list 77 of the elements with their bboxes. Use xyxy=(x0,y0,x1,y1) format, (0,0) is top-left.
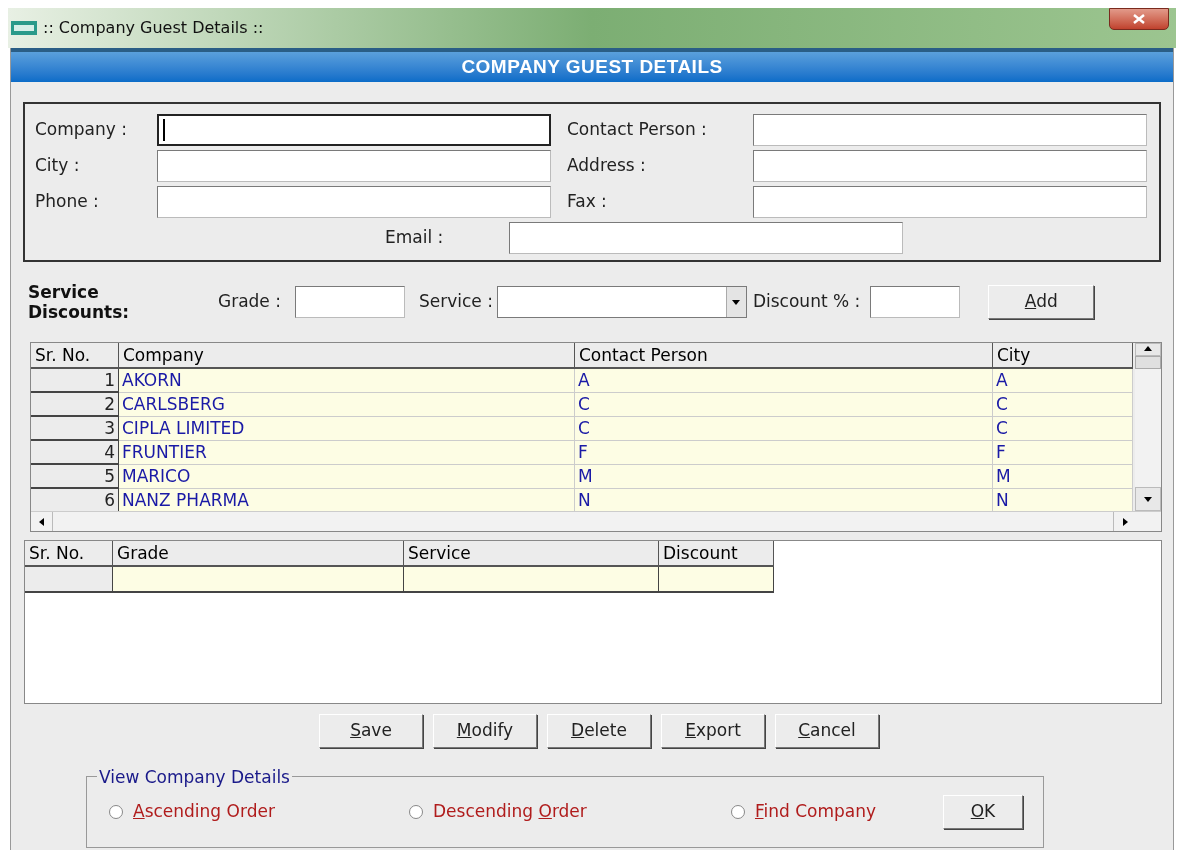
form-button[interactable]: Cancel xyxy=(775,714,879,748)
field-label: Email : xyxy=(385,226,445,250)
header-title: COMPANY GUEST DETAILS xyxy=(461,54,723,79)
text-field[interactable] xyxy=(753,186,1147,218)
field-label: Discount % : xyxy=(752,290,861,314)
form-button[interactable]: Modify xyxy=(433,714,537,748)
column-header[interactable]: Sr. No. xyxy=(31,343,119,369)
form-button[interactable]: Delete xyxy=(547,714,651,748)
scroll-down-button[interactable] xyxy=(1135,487,1161,511)
table-cell: NANZ PHARMA xyxy=(119,489,575,511)
dropdown-arrow-button[interactable] xyxy=(725,287,746,317)
text-field[interactable] xyxy=(753,114,1147,146)
table-cell: A xyxy=(993,369,1133,393)
text-field[interactable] xyxy=(157,150,551,182)
field-label: Grade : xyxy=(218,290,281,314)
field-label: Fax : xyxy=(567,190,608,214)
table-cell: N xyxy=(993,489,1133,511)
row-number: 5 xyxy=(31,465,119,489)
text-field[interactable] xyxy=(157,114,551,146)
radio-button[interactable] xyxy=(109,805,123,819)
row-number: 2 xyxy=(31,393,119,417)
row-number: 1 xyxy=(31,369,119,393)
column-header[interactable]: Discount xyxy=(659,541,774,567)
text-field[interactable] xyxy=(753,150,1147,182)
table-cell: F xyxy=(993,441,1133,465)
form-button[interactable]: Add xyxy=(988,285,1095,319)
radio-button[interactable] xyxy=(731,805,745,819)
field-label: Company : xyxy=(35,118,128,142)
table-cell: N xyxy=(575,489,993,511)
column-header[interactable]: City xyxy=(993,343,1133,369)
column-header[interactable]: Company xyxy=(119,343,575,369)
radio-label[interactable]: Find Company xyxy=(755,799,877,825)
field-label: City : xyxy=(35,154,81,178)
table-cell: C xyxy=(993,417,1133,441)
column-header[interactable]: Service xyxy=(404,541,659,567)
table-cell: CARLSBERG xyxy=(119,393,575,417)
field-label: Contact Person : xyxy=(567,118,708,142)
field-label: Address : xyxy=(567,154,647,178)
table-cell: C xyxy=(993,393,1133,417)
table-cell: MARICO xyxy=(119,465,575,489)
radio-label[interactable]: Descending Order xyxy=(433,799,587,825)
radio-label[interactable]: Ascending Order xyxy=(133,799,275,825)
text-field[interactable] xyxy=(870,286,961,318)
form-button[interactable]: Save xyxy=(319,714,423,748)
column-header[interactable]: Grade xyxy=(113,541,404,567)
app-icon xyxy=(11,21,37,35)
row-number: 4 xyxy=(31,441,119,465)
table-cell: FRUNTIER xyxy=(119,441,575,465)
table-cell: M xyxy=(993,465,1133,489)
table-cell: M xyxy=(575,465,993,489)
table-cell: C xyxy=(575,393,993,417)
text-field[interactable] xyxy=(157,186,551,218)
column-header[interactable]: Sr. No. xyxy=(25,541,113,567)
down-arrow-icon xyxy=(1143,494,1153,504)
text-field[interactable] xyxy=(294,286,405,318)
horizontal-scrollbar[interactable] xyxy=(31,511,1161,531)
form-button[interactable]: OK xyxy=(943,795,1023,829)
field-label: Service : xyxy=(418,290,493,314)
radio-button[interactable] xyxy=(409,805,423,819)
vertical-scrollbar[interactable] xyxy=(1135,343,1161,511)
table-cell: CIPLA LIMITED xyxy=(119,417,575,441)
text-field[interactable] xyxy=(509,222,903,254)
service-dropdown[interactable] xyxy=(496,286,747,318)
caret-icon xyxy=(731,297,742,307)
column-header[interactable]: Contact Person xyxy=(575,343,993,369)
section-title: Service Discounts: xyxy=(28,282,131,322)
table-cell: C xyxy=(575,417,993,441)
table-cell: AKORN xyxy=(119,369,575,393)
field-label: Phone : xyxy=(35,190,100,214)
scroll-up-button[interactable] xyxy=(1135,343,1161,356)
table-cell: F xyxy=(575,441,993,465)
row-number: 3 xyxy=(31,417,119,441)
form-button[interactable]: Export xyxy=(661,714,765,748)
close-button[interactable] xyxy=(1109,8,1169,30)
table-cell: A xyxy=(575,369,993,393)
window-title: :: Company Guest Details :: xyxy=(43,17,265,39)
close-icon xyxy=(1133,14,1145,24)
